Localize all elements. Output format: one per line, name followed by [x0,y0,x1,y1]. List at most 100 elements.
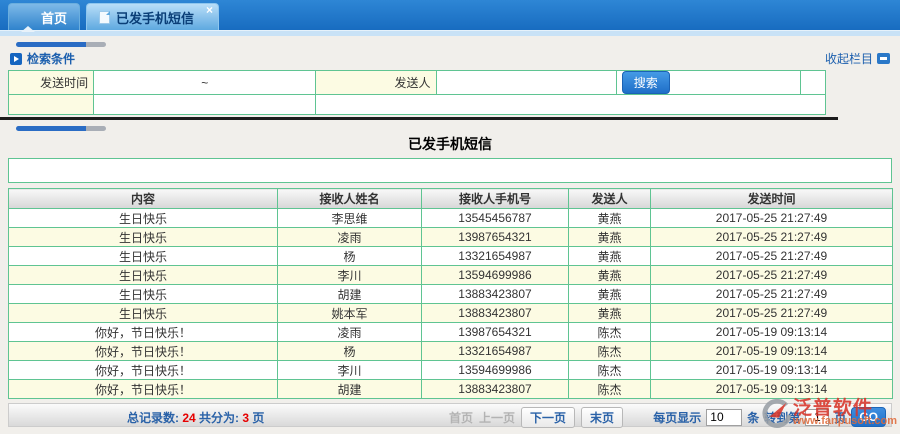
table-cell: 13883423807 [422,304,569,323]
table-cell: 2017-05-25 21:27:49 [651,247,893,266]
page-title: 已发手机短信 [8,134,892,154]
tab-home-label: 首页 [41,8,67,27]
table-cell: 2017-05-25 21:27:49 [651,285,893,304]
table-row: 生日快乐凌雨13987654321黄燕2017-05-25 21:27:49 [9,228,893,247]
table-cell: 陈杰 [569,342,651,361]
tab-sent-sms[interactable]: 已发手机短信 × [86,3,219,30]
search-button[interactable]: 搜索 [622,71,670,94]
table-cell: 生日快乐 [9,266,278,285]
send-time-label: 发送时间 [9,71,94,95]
sent-sms-table: 内容 接收人姓名 接收人手机号 发送人 发送时间 生日快乐李思维13545456… [8,188,893,399]
table-cell: 陈杰 [569,361,651,380]
table-cell: 杨 [278,247,422,266]
table-cell: 李川 [278,266,422,285]
pagination-bar: 总记录数: 24 共分为: 3 页 首页 上一页 下一页 末页 每页显示 条 转… [8,403,892,427]
table-cell: 李川 [278,361,422,380]
table-cell: 凌雨 [278,228,422,247]
table-cell: 凌雨 [278,323,422,342]
table-row: 你好，节日快乐！李川13594699986陈杰2017-05-19 09:13:… [9,361,893,380]
table-cell: 2017-05-19 09:13:14 [651,323,893,342]
col-header-sender: 发送人 [569,189,651,209]
table-cell: 黄燕 [569,266,651,285]
table-cell: 你好，节日快乐！ [9,361,278,380]
table-cell: 李思维 [278,209,422,228]
goto-suffix: 页 [834,409,846,426]
table-cell: 陈杰 [569,380,651,399]
table-cell: 你好，节日快乐！ [9,342,278,361]
table-cell: 13594699986 [422,266,569,285]
search-form: 发送时间 ~ 发送人 搜索 [8,70,826,115]
table-cell: 13883423807 [422,285,569,304]
form-empty-cell [94,95,316,115]
home-icon [21,11,35,23]
table-cell: 2017-05-25 21:27:49 [651,304,893,323]
table-cell: 2017-05-19 09:13:14 [651,361,893,380]
table-cell: 13594699986 [422,361,569,380]
table-cell: 黄燕 [569,209,651,228]
form-empty-label-cell [9,95,94,115]
table-row: 生日快乐杨13321654987黄燕2017-05-25 21:27:49 [9,247,893,266]
table-cell: 13321654987 [422,342,569,361]
goto-label: 转到第 [764,409,800,426]
table-row: 生日快乐李思维13545456787黄燕2017-05-25 21:27:49 [9,209,893,228]
col-header-recipient-name: 接收人姓名 [278,189,422,209]
table-cell: 13545456787 [422,209,569,228]
table-cell: 胡建 [278,285,422,304]
table-cell: 2017-05-25 21:27:49 [651,266,893,285]
page-count: 3 [242,411,249,425]
table-cell: 生日快乐 [9,209,278,228]
progress-divider-top [16,42,106,47]
tab-close-icon[interactable]: × [206,4,213,16]
per-page-suffix: 条 [747,409,759,426]
search-conditions-toggle[interactable]: 检索条件 [10,50,75,67]
table-row: 生日快乐李川13594699986黄燕2017-05-25 21:27:49 [9,266,893,285]
send-time-range-field[interactable]: ~ [94,71,316,95]
table-row: 你好，节日快乐！杨13321654987陈杰2017-05-19 09:13:1… [9,342,893,361]
last-page-button[interactable]: 末页 [581,407,623,428]
table-cell: 生日快乐 [9,304,278,323]
tabbar-bottom-strip [0,30,900,36]
table-cell: 2017-05-19 09:13:14 [651,380,893,399]
sender-input-field[interactable] [436,71,616,95]
col-header-recipient-phone: 接收人手机号 [422,189,569,209]
table-row: 生日快乐姚本军13883423807黄燕2017-05-25 21:27:49 [9,304,893,323]
table-cell: 黄燕 [569,285,651,304]
sender-label: 发送人 [316,71,436,95]
go-button[interactable]: GO [851,407,886,427]
table-cell: 姚本军 [278,304,422,323]
table-cell: 陈杰 [569,323,651,342]
search-conditions-label: 检索条件 [27,50,75,67]
collapse-columns-label: 收起栏目 [825,50,873,67]
table-cell: 黄燕 [569,304,651,323]
document-icon [99,11,110,24]
table-cell: 2017-05-25 21:27:49 [651,209,893,228]
tab-bar: 首页 已发手机短信 × [0,0,900,30]
next-page-button[interactable]: 下一页 [521,407,575,428]
goto-page-input[interactable] [805,409,829,426]
total-count: 24 [182,411,195,425]
table-cell: 生日快乐 [9,228,278,247]
tab-home[interactable]: 首页 [8,3,80,30]
table-cell: 13987654321 [422,323,569,342]
per-page-input[interactable] [706,409,742,426]
table-cell: 2017-05-19 09:13:14 [651,342,893,361]
per-page-label: 每页显示 [653,409,701,426]
table-cell: 13321654987 [422,247,569,266]
form-spacer-cell [800,71,825,95]
table-cell: 13883423807 [422,380,569,399]
table-cell: 黄燕 [569,228,651,247]
play-icon [10,53,22,65]
col-header-content: 内容 [9,189,278,209]
tab-sent-sms-label: 已发手机短信 [116,8,194,27]
collapse-icon [877,53,890,64]
collapse-columns-button[interactable]: 收起栏目 [825,50,890,67]
table-row: 你好，节日快乐！凌雨13987654321陈杰2017-05-19 09:13:… [9,323,893,342]
table-cell: 13987654321 [422,228,569,247]
table-cell: 生日快乐 [9,247,278,266]
form-empty-cell-wide [316,95,826,115]
col-header-send-time: 发送时间 [651,189,893,209]
first-page-button[interactable]: 首页 [449,409,473,426]
table-cell: 黄燕 [569,247,651,266]
prev-page-button[interactable]: 上一页 [479,409,515,426]
table-cell: 胡建 [278,380,422,399]
